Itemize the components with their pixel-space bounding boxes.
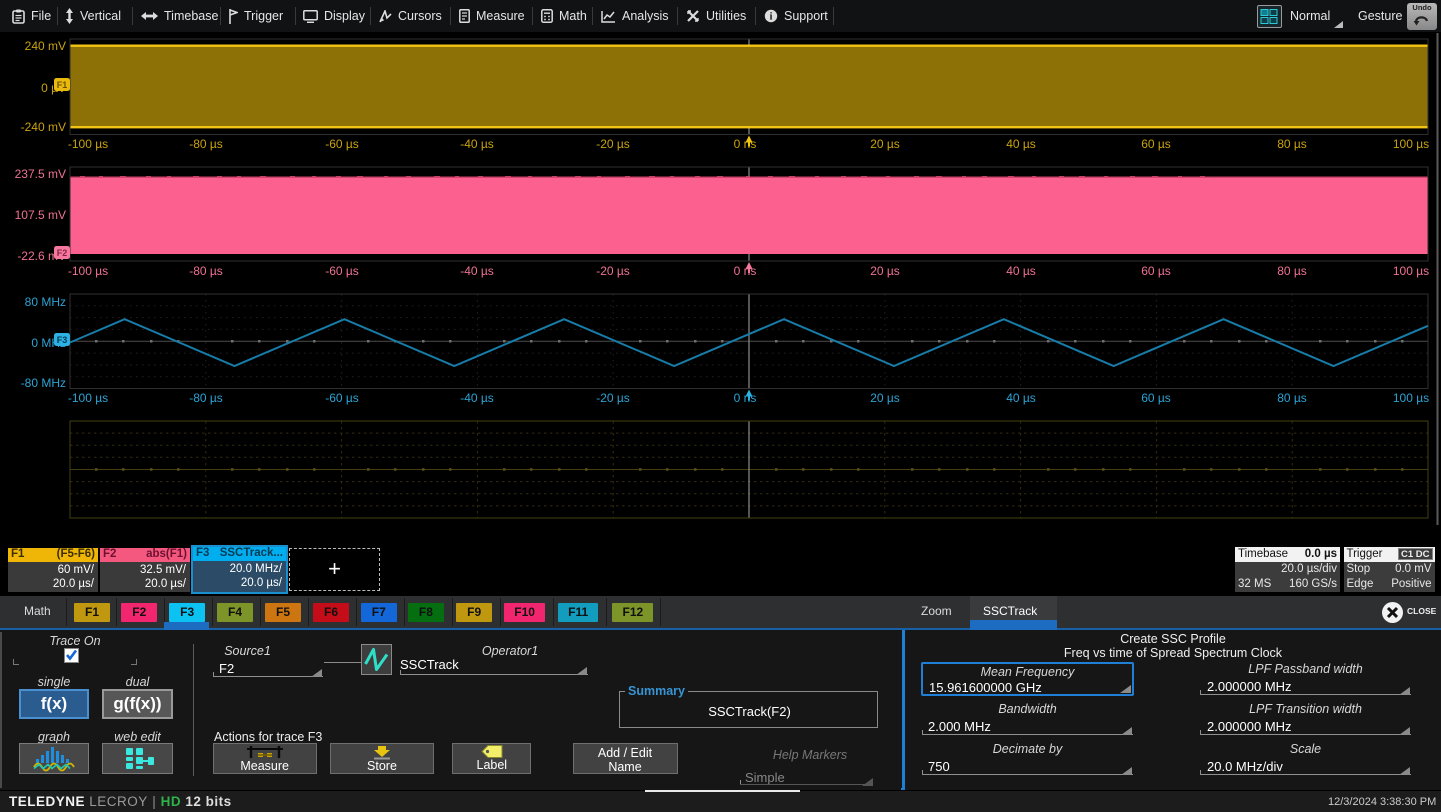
svg-text:i: i	[770, 11, 773, 22]
svg-text:0 ns: 0 ns	[734, 264, 757, 278]
svg-text:237.5 mV: 237.5 mV	[15, 167, 66, 181]
svg-text:60 µs: 60 µs	[1141, 391, 1171, 405]
svg-text:-40 µs: -40 µs	[460, 264, 494, 278]
svg-text:-80 MHz: -80 MHz	[21, 376, 66, 390]
svg-text:F1: F1	[57, 80, 68, 90]
svg-text:80 µs: 80 µs	[1277, 137, 1307, 151]
svg-text:100 µs: 100 µs	[1393, 137, 1429, 151]
svg-text:-20 µs: -20 µs	[596, 137, 630, 151]
svg-text:-20 µs: -20 µs	[596, 391, 630, 405]
svg-text:-60 µs: -60 µs	[325, 264, 359, 278]
svg-text:-100 µs: -100 µs	[68, 391, 108, 405]
svg-text:F2: F2	[57, 248, 68, 258]
svg-text:80 µs: 80 µs	[1277, 264, 1307, 278]
svg-text:0 ns: 0 ns	[734, 137, 757, 151]
svg-text:20 µs: 20 µs	[870, 137, 900, 151]
svg-text:40 µs: 40 µs	[1006, 391, 1036, 405]
svg-text:-40 µs: -40 µs	[460, 137, 494, 151]
svg-text:80 µs: 80 µs	[1277, 391, 1307, 405]
svg-text:80 MHz: 80 MHz	[25, 295, 66, 309]
svg-text:107.5 mV: 107.5 mV	[15, 208, 66, 222]
svg-text:-80 µs: -80 µs	[189, 391, 223, 405]
svg-text:F3: F3	[57, 335, 68, 345]
svg-text:-60 µs: -60 µs	[325, 391, 359, 405]
svg-text:-80 µs: -80 µs	[189, 137, 223, 151]
svg-text:240 mV: 240 mV	[25, 39, 66, 53]
svg-text:100 µs: 100 µs	[1393, 391, 1429, 405]
svg-text:100 µs: 100 µs	[1393, 264, 1429, 278]
svg-text:-80 µs: -80 µs	[189, 264, 223, 278]
svg-text:-40 µs: -40 µs	[460, 391, 494, 405]
svg-text:60 µs: 60 µs	[1141, 137, 1171, 151]
svg-text:0 ns: 0 ns	[734, 391, 757, 405]
svg-text:20 µs: 20 µs	[870, 391, 900, 405]
svg-text:-240 mV: -240 mV	[21, 120, 66, 134]
svg-text:-20 µs: -20 µs	[596, 264, 630, 278]
svg-text:60 µs: 60 µs	[1141, 264, 1171, 278]
svg-text:-60 µs: -60 µs	[325, 137, 359, 151]
svg-text:-100 µs: -100 µs	[68, 137, 108, 151]
svg-text:40 µs: 40 µs	[1006, 137, 1036, 151]
svg-text:-100 µs: -100 µs	[68, 264, 108, 278]
svg-text:40 µs: 40 µs	[1006, 264, 1036, 278]
svg-text:20 µs: 20 µs	[870, 264, 900, 278]
